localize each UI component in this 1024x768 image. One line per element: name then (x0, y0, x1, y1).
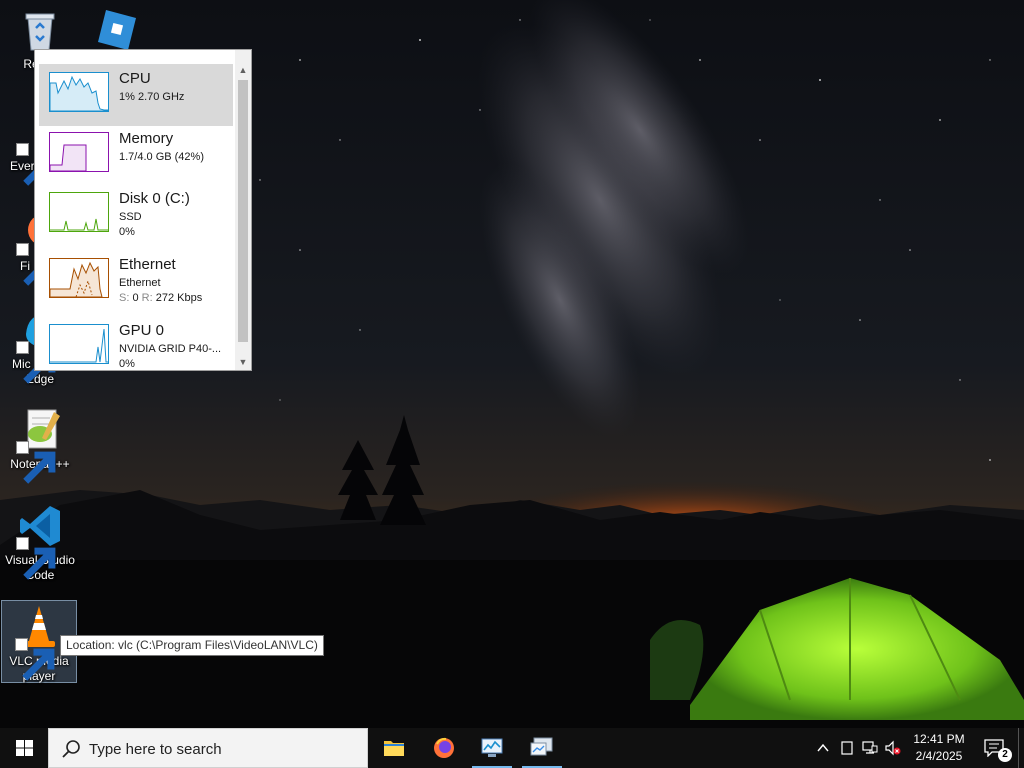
perf-item-usage: 0% (119, 358, 135, 370)
perf-item-usage: 0% (119, 226, 135, 238)
gpu-graph (49, 324, 109, 364)
task-manager-performance-panel: CPU 1% 2.70 GHz Memory 1.7/4.0 GB (42%) … (34, 49, 252, 371)
remote-desktop-icon (530, 737, 553, 756)
shortcut-arrow-icon (16, 143, 56, 186)
perf-item-gpu[interactable]: GPU 0 NVIDIA GRID P40-... 0% (39, 316, 233, 370)
firefox-icon (434, 737, 454, 758)
taskbar-app-file-explorer[interactable] (370, 728, 418, 768)
cpu-graph (49, 72, 109, 112)
taskbar-clock[interactable]: 12:41 PM 2/4/2025 (906, 731, 972, 765)
notepadpp-icon (16, 406, 64, 484)
task-manager-icon (481, 738, 503, 757)
recycle-bin-icon (16, 6, 64, 54)
vlc-cone-icon (15, 603, 63, 681)
scrollbar-thumb[interactable] (238, 80, 248, 342)
windows-logo-icon (16, 740, 33, 756)
perf-item-detail: SSD (119, 211, 142, 223)
desktop-icon-roblox[interactable] (78, 6, 154, 50)
perf-item-disk[interactable]: Disk 0 (C:) SSD 0% (39, 184, 233, 246)
perf-item-detail: NVIDIA GRID P40-... (119, 343, 222, 355)
clock-time: 12:41 PM (913, 732, 965, 746)
ethernet-graph (49, 258, 109, 298)
shortcut-arrow-icon (16, 537, 56, 580)
desktop-icon-notepadpp[interactable]: Notepad++ (2, 406, 78, 484)
perf-item-title: Memory (119, 130, 174, 147)
scroll-down-arrow-icon[interactable]: ▼ (235, 354, 251, 370)
memory-graph (49, 132, 109, 172)
taskbar-app-task-manager[interactable] (468, 728, 516, 768)
perf-item-title: CPU (119, 70, 151, 87)
search-input[interactable] (87, 737, 361, 761)
perf-item-cpu[interactable]: CPU 1% 2.70 GHz (39, 64, 233, 126)
start-button[interactable] (0, 728, 48, 768)
network-icon[interactable] (862, 740, 878, 756)
perf-item-title: Ethernet (119, 256, 176, 273)
action-center-button[interactable]: 2 (980, 728, 1020, 768)
tablet-mode-icon[interactable] (839, 740, 855, 756)
perf-item-title: Disk 0 (C:) (119, 190, 190, 207)
chevron-up-icon[interactable] (815, 740, 831, 756)
show-desktop-button[interactable] (1018, 728, 1024, 768)
vlc-location-tooltip: Location: vlc (C:\Program Files\VideoLAN… (60, 635, 324, 656)
desktop-icon-vscode[interactable]: Visual Studio Code (2, 502, 78, 583)
perf-item-detail: Ethernet (119, 277, 161, 289)
folder-icon (384, 741, 404, 756)
perf-item-title: GPU 0 (119, 322, 165, 339)
shortcut-arrow-icon (16, 243, 56, 286)
vscode-icon (16, 502, 64, 580)
taskbar-app-remote-desktop[interactable] (518, 728, 566, 768)
perf-item-memory[interactable]: Memory 1.7/4.0 GB (42%) (39, 124, 233, 186)
scroll-up-arrow-icon[interactable]: ▲ (235, 62, 251, 78)
performance-list: CPU 1% 2.70 GHz Memory 1.7/4.0 GB (42%) … (35, 50, 235, 370)
clock-date: 2/4/2025 (915, 749, 963, 763)
shortcut-arrow-icon (16, 441, 56, 484)
taskbar-app-firefox[interactable] (420, 728, 468, 768)
taskbar-search[interactable] (48, 728, 368, 768)
search-icon (62, 740, 80, 758)
disk-graph (49, 192, 109, 232)
shortcut-arrow-icon (15, 638, 55, 681)
panel-scrollbar[interactable]: ▲ ▼ (235, 50, 251, 370)
volume-muted-icon[interactable] (885, 740, 901, 756)
perf-item-throughput: S: 0 R: 272 Kbps (119, 292, 203, 304)
roblox-icon (92, 6, 140, 50)
perf-item-detail: 1% 2.70 GHz (119, 91, 185, 103)
notification-count-badge: 2 (998, 748, 1012, 762)
taskbar: 12:41 PM 2/4/2025 2 (0, 728, 1024, 768)
shortcut-arrow-icon (16, 341, 56, 384)
perf-item-detail: 1.7/4.0 GB (42%) (119, 151, 204, 163)
perf-item-ethernet[interactable]: Ethernet Ethernet S: 0 R: 272 Kbps (39, 250, 233, 312)
